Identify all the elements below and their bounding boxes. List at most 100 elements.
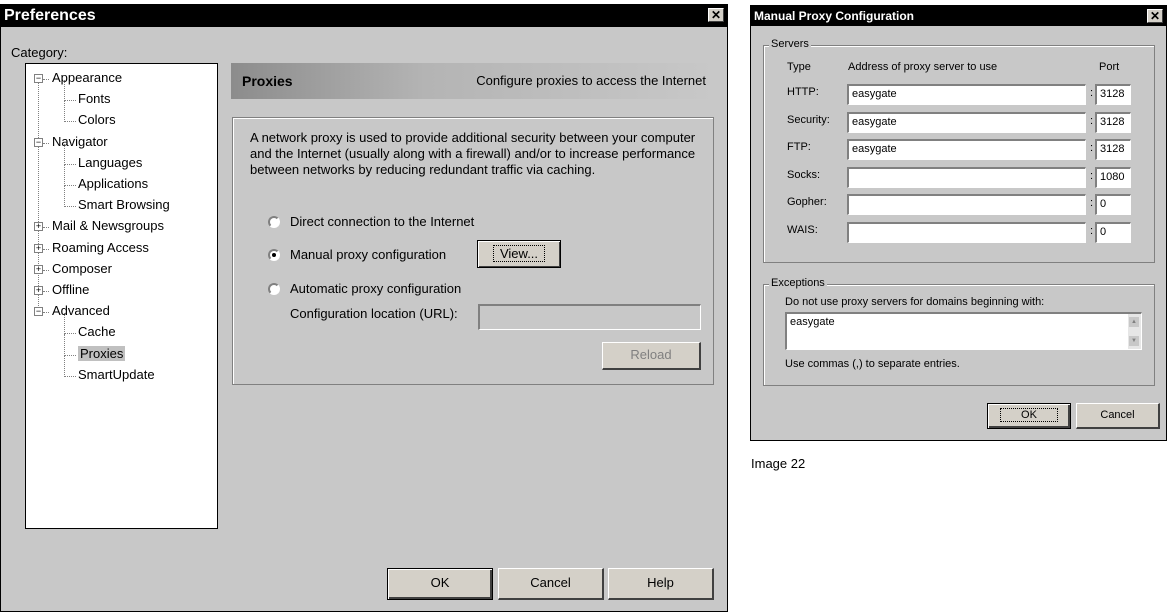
tree-item-applications[interactable]: Applications — [78, 176, 148, 191]
separator: : — [1090, 169, 1094, 182]
exceptions-group-label: Exceptions — [769, 277, 827, 289]
radio-indicator — [268, 249, 280, 261]
direct-connection-label: Direct connection to the Internet — [290, 214, 475, 229]
proxy-address-input[interactable] — [847, 166, 1086, 188]
help-button[interactable]: Help — [608, 568, 714, 600]
tree-connector — [43, 291, 49, 292]
close-icon[interactable]: ✕ — [708, 8, 724, 22]
tree-connector — [64, 313, 65, 335]
close-icon[interactable]: ✕ — [1147, 9, 1163, 23]
servers-group-label: Servers — [769, 38, 811, 50]
proxy-address-input[interactable]: easygate — [847, 111, 1086, 133]
config-location-input[interactable] — [478, 304, 701, 330]
view-button[interactable]: View... — [477, 240, 561, 268]
tree-item-languages[interactable]: Languages — [78, 155, 142, 170]
proxy-address-input[interactable]: easygate — [847, 84, 1086, 105]
separator: : — [1090, 87, 1094, 99]
tree-item-label: Colors — [78, 112, 116, 128]
proxy-port-input[interactable]: 3128 — [1095, 111, 1131, 133]
tree-connector — [64, 163, 76, 165]
proxy-address-input[interactable] — [847, 222, 1086, 243]
scroll-down-icon[interactable]: ▼ — [1129, 336, 1139, 346]
expand-icon[interactable]: + — [34, 243, 43, 253]
tree-item-smart-browsing[interactable]: Smart Browsing — [78, 197, 170, 212]
proxy-port-input[interactable]: 0 — [1095, 222, 1131, 243]
col-port-header: Port — [1099, 61, 1120, 73]
tree-item-label: Roaming Access — [52, 239, 149, 255]
panel-header: Proxies Configure proxies to access the … — [231, 63, 716, 99]
tree-connector — [64, 333, 76, 335]
tree-connector — [64, 186, 65, 208]
tree-item-label: Advanced — [52, 303, 110, 319]
expand-icon[interactable]: + — [34, 222, 43, 232]
tree-connector — [43, 142, 49, 144]
tree-connector — [64, 121, 76, 123]
proxy-address-input[interactable] — [847, 194, 1086, 216]
tree-item-composer[interactable]: Composer — [52, 261, 112, 276]
preferences-title: Preferences — [4, 7, 96, 24]
tree-item-label: Proxies — [78, 345, 126, 361]
tree-item-offline[interactable]: Offline — [52, 282, 89, 297]
proxy-port-input[interactable]: 1080 — [1095, 166, 1131, 188]
category-label: Category: — [11, 45, 68, 60]
tree-item-label: Cache — [78, 324, 116, 340]
manual-proxy-radio[interactable]: Manual proxy configuration — [268, 247, 478, 265]
proxy-address-input[interactable]: easygate — [847, 139, 1086, 161]
tree-item-label: Applications — [78, 176, 149, 191]
collapse-icon[interactable]: − — [34, 74, 43, 83]
proxy-row-label: HTTP: — [787, 86, 819, 98]
scrollbar[interactable]: ▲ ▼ — [1128, 314, 1141, 349]
tree-connector — [43, 269, 49, 271]
preferences-window: Preferences ✕ Category: Appearance − Fonts… — [0, 4, 728, 612]
config-location-label: Configuration location (URL): — [290, 306, 458, 321]
proxy-port-input[interactable]: 3128 — [1095, 84, 1131, 105]
tree-item-label: Languages — [78, 154, 143, 170]
tree-connector — [43, 227, 49, 229]
tree-connector — [43, 312, 49, 314]
tree-item-label: Smart Browsing — [78, 197, 170, 213]
manual-proxy-label: Manual proxy configuration — [290, 247, 447, 262]
tree-item-proxies[interactable]: Proxies — [78, 345, 126, 361]
proxy-row-label: WAIS: — [787, 224, 818, 236]
manual-ok-button[interactable]: OK — [987, 403, 1071, 429]
tree-item-label: SmartUpdate — [78, 366, 155, 382]
tree-item-label: Offline — [52, 282, 90, 297]
tree-item-navigator[interactable]: Navigator — [52, 134, 108, 149]
proxy-port-input[interactable]: 0 — [1095, 194, 1131, 216]
expand-icon[interactable]: + — [34, 264, 43, 274]
radio-indicator — [268, 283, 280, 295]
direct-connection-radio[interactable]: Direct connection to the Internet — [268, 214, 528, 232]
tree-connector — [43, 248, 49, 250]
category-tree[interactable]: Appearance − Fonts Colors Navigator − Language… — [25, 63, 218, 529]
tree-item-smartupdate[interactable]: SmartUpdate — [78, 367, 155, 382]
proxy-port-input[interactable]: 3128 — [1095, 139, 1131, 161]
tree-connector — [64, 164, 65, 186]
tree-item-appearance[interactable]: Appearance — [52, 70, 122, 85]
tree-item-mail-newsgroups[interactable]: Mail & Newsgroups — [52, 218, 164, 233]
manual-cancel-button[interactable]: Cancel — [1076, 403, 1160, 429]
separator: : — [1090, 225, 1094, 237]
reload-button[interactable]: Reload — [602, 342, 701, 370]
ok-button[interactable]: OK — [387, 568, 493, 600]
exceptions-textarea[interactable]: easygate ▲ ▼ — [785, 312, 1142, 350]
tree-item-advanced[interactable]: Advanced — [52, 303, 110, 318]
preferences-title-bar[interactable]: Preferences ✕ — [1, 5, 727, 27]
tree-connector — [64, 206, 76, 208]
tree-connector — [64, 143, 65, 165]
proxy-description: A network proxy is used to provide addit… — [250, 130, 696, 177]
proxy-row-label: Socks: — [787, 168, 821, 181]
tree-item-colors[interactable]: Colors — [78, 112, 116, 127]
tree-connector — [43, 79, 49, 80]
expand-icon[interactable]: + — [34, 286, 43, 295]
exceptions-hint: Use commas (,) to separate entries. — [785, 358, 960, 370]
collapse-icon[interactable]: − — [34, 307, 43, 317]
scroll-up-icon[interactable]: ▲ — [1129, 317, 1139, 327]
cancel-button[interactable]: Cancel — [498, 568, 604, 600]
collapse-icon[interactable]: − — [34, 137, 43, 147]
tree-item-cache[interactable]: Cache — [78, 324, 116, 339]
tree-item-roaming-access[interactable]: Roaming Access — [52, 240, 149, 255]
automatic-proxy-radio[interactable]: Automatic proxy configuration — [268, 281, 528, 299]
manual-proxy-title-bar[interactable]: Manual Proxy Configuration ✕ — [751, 6, 1166, 26]
tree-item-fonts[interactable]: Fonts — [78, 91, 111, 106]
proxy-row-label: Gopher: — [787, 196, 827, 209]
